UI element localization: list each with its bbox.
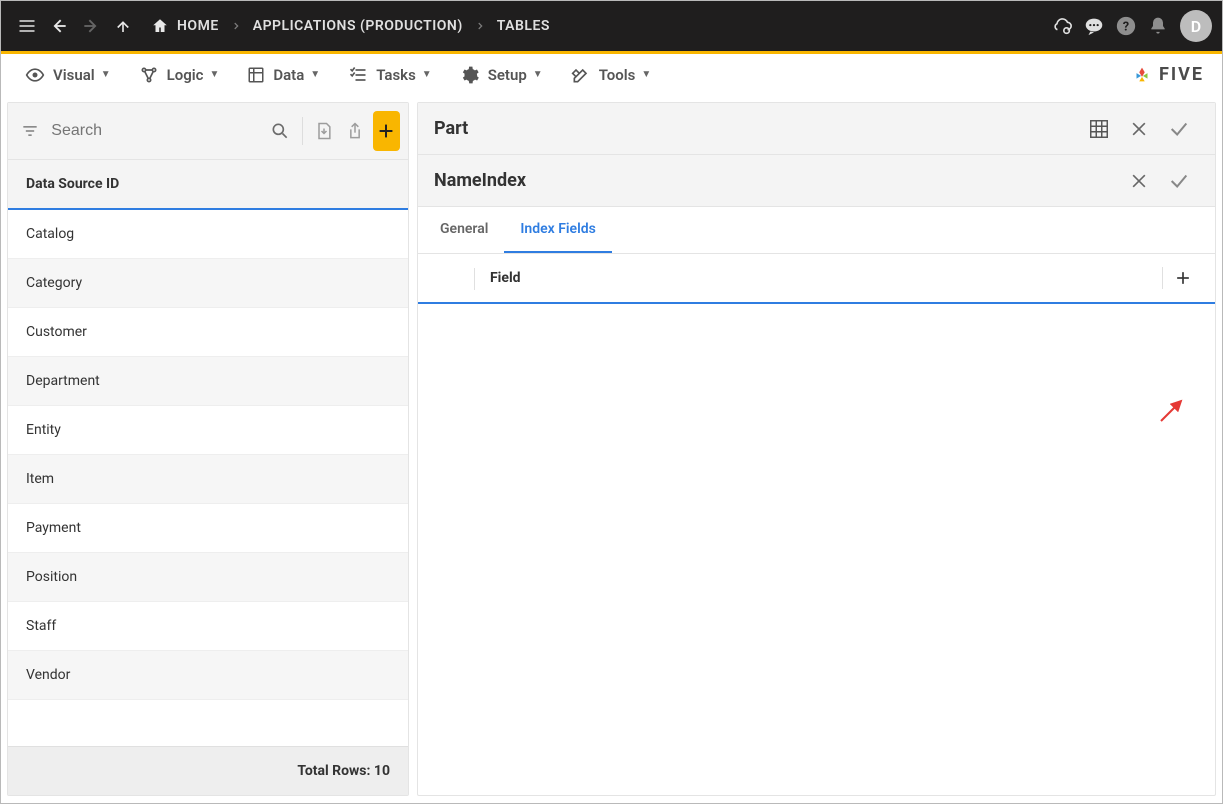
tab-bar: General Index Fields — [418, 207, 1215, 254]
panel-header-sub: NameIndex — [418, 155, 1215, 207]
avatar[interactable]: D — [1180, 10, 1212, 42]
help-icon[interactable]: ? — [1110, 10, 1142, 42]
breadcrumb-home[interactable]: HOME — [177, 18, 219, 34]
table-row[interactable]: Vendor — [8, 651, 408, 700]
divider — [474, 268, 475, 290]
import-icon[interactable] — [310, 111, 337, 151]
panel-header-main: Part — [418, 103, 1215, 155]
check-icon[interactable] — [1159, 109, 1199, 149]
chevron-right-icon — [465, 21, 495, 31]
chevron-right-icon — [221, 21, 251, 31]
table-row[interactable]: Entity — [8, 406, 408, 455]
cloud-icon[interactable] — [1046, 10, 1078, 42]
brand-logo: FIVE — [1131, 64, 1204, 86]
list-footer: Total Rows: 10 — [8, 746, 408, 795]
tab-index-fields[interactable]: Index Fields — [504, 207, 611, 253]
divider — [302, 117, 303, 145]
up-icon[interactable] — [107, 10, 139, 42]
menu-visual[interactable]: Visual▼ — [11, 59, 125, 91]
menu-bar: Visual▼ Logic▼ Data▼ Tasks▼ Setup▼ Tools… — [1, 54, 1222, 96]
add-field-button[interactable] — [1167, 262, 1199, 294]
right-panel: Part NameIndex General Index Fields Fiel… — [417, 102, 1216, 796]
panel-subtitle: NameIndex — [434, 170, 526, 191]
menu-tools[interactable]: Tools▼ — [557, 59, 666, 91]
menu-data[interactable]: Data▼ — [233, 60, 334, 90]
home-icon[interactable]: HOME — [151, 17, 219, 35]
top-bar: HOME APPLICATIONS (PRODUCTION) TABLES ? … — [1, 1, 1222, 51]
table-row[interactable]: Category — [8, 259, 408, 308]
menu-logic[interactable]: Logic▼ — [125, 59, 234, 91]
menu-setup[interactable]: Setup▼ — [446, 59, 557, 91]
breadcrumb-apps[interactable]: APPLICATIONS (PRODUCTION) — [253, 18, 463, 34]
back-icon[interactable] — [43, 10, 75, 42]
tab-general[interactable]: General — [424, 207, 504, 253]
bell-icon[interactable] — [1142, 10, 1174, 42]
avatar-initial: D — [1191, 17, 1201, 36]
left-panel: Data Source ID CatalogCategoryCustomerDe… — [7, 102, 409, 796]
list-body: CatalogCategoryCustomerDepartmentEntityI… — [8, 210, 408, 746]
menu-icon[interactable] — [11, 10, 43, 42]
annotation-arrow-icon — [1157, 395, 1187, 425]
search-bar — [8, 103, 408, 159]
grid-icon[interactable] — [1079, 109, 1119, 149]
column-field-label[interactable]: Field — [490, 270, 521, 286]
forward-icon — [75, 10, 107, 42]
workspace: Data Source ID CatalogCategoryCustomerDe… — [1, 96, 1222, 802]
table-row[interactable]: Item — [8, 455, 408, 504]
search-icon[interactable] — [266, 111, 293, 151]
menu-tasks[interactable]: Tasks▼ — [334, 59, 446, 91]
table-row[interactable]: Catalog — [8, 210, 408, 259]
list-header[interactable]: Data Source ID — [8, 159, 408, 210]
filter-icon[interactable] — [16, 111, 43, 151]
panel-title: Part — [434, 118, 468, 139]
close-icon[interactable] — [1119, 109, 1159, 149]
search-input[interactable] — [47, 116, 262, 146]
add-button[interactable] — [373, 111, 400, 151]
breadcrumb-tables[interactable]: TABLES — [497, 18, 550, 34]
chat-icon[interactable] — [1078, 10, 1110, 42]
close-icon[interactable] — [1119, 161, 1159, 201]
table-row[interactable]: Position — [8, 553, 408, 602]
field-header: Field — [418, 254, 1215, 304]
check-icon[interactable] — [1159, 161, 1199, 201]
divider — [1162, 267, 1163, 289]
svg-text:?: ? — [1123, 20, 1129, 35]
table-row[interactable]: Staff — [8, 602, 408, 651]
table-row[interactable]: Payment — [8, 504, 408, 553]
table-row[interactable]: Department — [8, 357, 408, 406]
table-row[interactable]: Customer — [8, 308, 408, 357]
export-icon[interactable] — [341, 111, 368, 151]
